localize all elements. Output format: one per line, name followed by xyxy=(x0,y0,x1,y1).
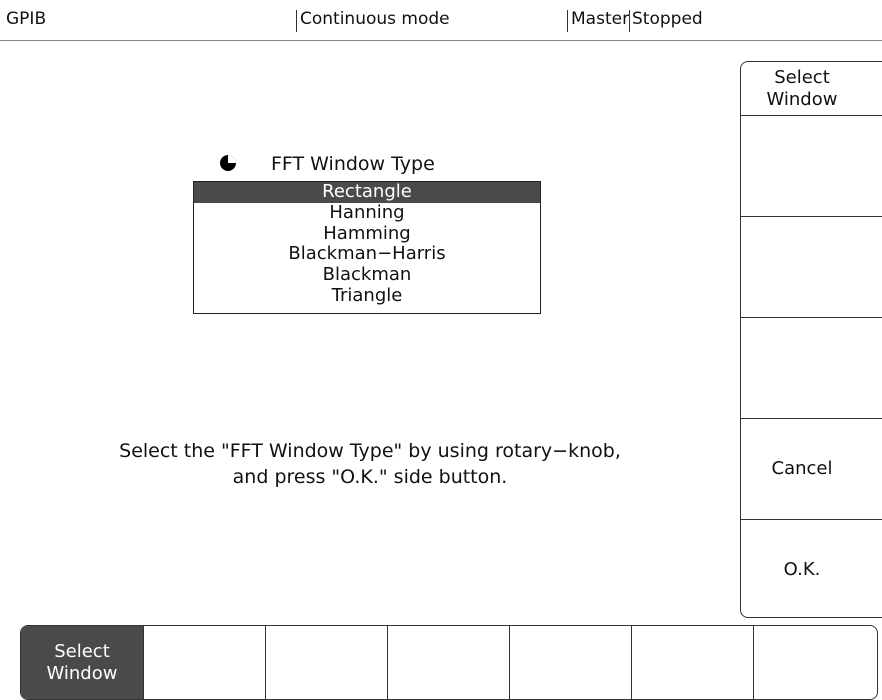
side-menu: Select Window Cancel O.K. xyxy=(740,61,882,618)
side-menu-title: Select Window xyxy=(741,62,882,116)
side-button-1[interactable] xyxy=(741,116,882,217)
bottom-button-3[interactable] xyxy=(266,626,388,699)
run-state-label: Stopped xyxy=(632,9,703,29)
status-divider xyxy=(629,10,630,32)
bottom-button-5[interactable] xyxy=(510,626,632,699)
list-item-triangle[interactable]: Triangle xyxy=(194,286,540,307)
side-menu-title-label: Select Window xyxy=(766,66,838,110)
status-divider xyxy=(567,10,568,32)
cancel-button-label: Cancel xyxy=(771,458,833,479)
bottom-menu: Select Window xyxy=(20,625,878,700)
list-item-hamming[interactable]: Hamming xyxy=(194,223,540,245)
status-divider xyxy=(296,10,297,32)
ok-button-label: O.K. xyxy=(783,558,821,580)
ok-button[interactable]: O.K. xyxy=(741,520,882,619)
tab-select-window[interactable]: Select Window xyxy=(21,626,144,699)
role-label: Master xyxy=(571,9,630,29)
instruction-text: Select the "FFT Window Type" by using ro… xyxy=(119,440,621,488)
side-button-2[interactable] xyxy=(741,217,882,318)
cancel-button[interactable]: Cancel xyxy=(741,419,882,520)
interface-label: GPIB xyxy=(6,9,47,29)
fft-window-type-list[interactable]: Rectangle Hanning Hamming Blackman−Harri… xyxy=(193,181,541,314)
fft-window-type-label: FFT Window Type xyxy=(271,153,435,175)
mode-label: Continuous mode xyxy=(300,9,450,29)
side-button-3[interactable] xyxy=(741,318,882,419)
list-item-blackman[interactable]: Blackman xyxy=(194,265,540,286)
status-bar: GPIB Continuous mode Master Stopped xyxy=(0,0,882,41)
radio-selected-icon xyxy=(220,155,236,171)
bottom-button-2[interactable] xyxy=(144,626,266,699)
list-item-blackman-harris[interactable]: Blackman−Harris xyxy=(194,244,540,265)
bottom-button-6[interactable] xyxy=(632,626,754,699)
list-item-hanning[interactable]: Hanning xyxy=(194,202,540,224)
bottom-button-4[interactable] xyxy=(388,626,510,699)
bottom-button-7[interactable] xyxy=(754,626,877,699)
list-item-rectangle[interactable]: Rectangle xyxy=(194,182,540,203)
